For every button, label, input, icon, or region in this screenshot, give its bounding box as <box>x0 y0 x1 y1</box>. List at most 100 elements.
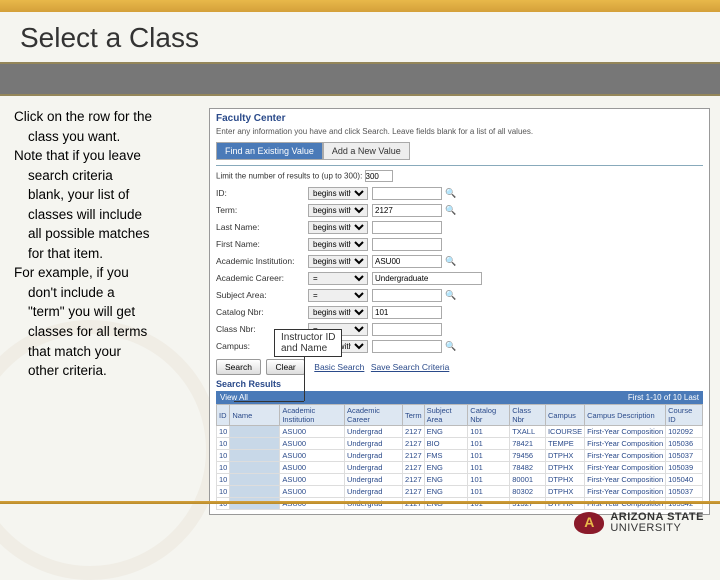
cell: 78421 <box>510 438 546 450</box>
cell: 80001 <box>510 474 546 486</box>
lookup-icon[interactable]: 🔍 <box>445 256 455 266</box>
cell: 10 <box>217 438 230 450</box>
app-screenshot: Faculty Center Enter any information you… <box>209 108 710 515</box>
tab-underline <box>216 165 703 166</box>
table-row[interactable]: 10ASU00Undergrad2127FMS10179456DTPHXFirs… <box>217 450 703 462</box>
lookup-icon[interactable]: 🔍 <box>445 290 455 300</box>
p3a: For example, if you <box>14 264 203 282</box>
p2c: blank, your list of <box>14 186 203 204</box>
col-header[interactable]: ID <box>217 405 230 426</box>
clear-button[interactable]: Clear <box>266 359 304 375</box>
cell: 2127 <box>402 474 424 486</box>
table-row[interactable]: 10ASU00Undergrad2127ENG101TXALLICOURSEFi… <box>217 426 703 438</box>
cell: 78482 <box>510 462 546 474</box>
table-row[interactable]: 10ASU00Undergrad2127BIO10178421TEMPEFirs… <box>217 438 703 450</box>
field-input[interactable] <box>372 187 442 200</box>
cell: Undergrad <box>344 486 402 498</box>
lookup-icon[interactable]: 🔍 <box>445 205 455 215</box>
form-row: Term:begins with🔍 <box>216 203 703 217</box>
cell: First-Year Composition <box>585 486 666 498</box>
cell: Undergrad <box>344 474 402 486</box>
field-label: ID: <box>216 188 308 198</box>
callout-line-v <box>304 357 305 401</box>
lookup-icon[interactable]: 🔍 <box>445 188 455 198</box>
photo-strip <box>0 62 720 96</box>
field-input[interactable] <box>372 272 482 285</box>
asu-wordmark: ARIZONA STATE UNIVERSITY <box>610 512 704 534</box>
field-input[interactable] <box>372 306 442 319</box>
field-input[interactable] <box>372 323 442 336</box>
field-label: Last Name: <box>216 222 308 232</box>
cell: 105037 <box>666 486 703 498</box>
field-input[interactable] <box>372 204 442 217</box>
field-input[interactable] <box>372 289 442 302</box>
callout-l1: Instructor ID <box>281 332 335 343</box>
lookup-icon[interactable]: 🔍 <box>445 341 455 351</box>
cell: DTPHX <box>545 450 584 462</box>
operator-select[interactable]: begins with <box>308 238 368 251</box>
col-header[interactable]: Campus <box>545 405 584 426</box>
cell: Undergrad <box>344 426 402 438</box>
limit-input[interactable] <box>365 170 393 182</box>
save-criteria-link[interactable]: Save Search Criteria <box>371 362 449 372</box>
cell: 10 <box>217 426 230 438</box>
tab-add[interactable]: Add a New Value <box>323 142 410 160</box>
form-row: ID:begins with 🔍 <box>216 186 703 200</box>
col-header[interactable]: Name <box>230 405 280 426</box>
form-row: Academic Institution:begins with🔍 <box>216 254 703 268</box>
tab-find[interactable]: Find an Existing Value <box>216 142 323 160</box>
operator-select[interactable]: = <box>308 272 368 285</box>
cell: 105039 <box>666 462 703 474</box>
cell: 2127 <box>402 438 424 450</box>
col-header[interactable]: Term <box>402 405 424 426</box>
callout-box: Instructor ID and Name <box>274 329 342 357</box>
app-subtext: Enter any information you have and click… <box>216 127 703 136</box>
basic-search-link[interactable]: Basic Search <box>314 362 364 372</box>
operator-select[interactable]: begins with <box>308 187 368 200</box>
form-row: Last Name:begins with <box>216 220 703 234</box>
table-row[interactable]: 10ASU00Undergrad2127ENG10180001DTPHXFirs… <box>217 474 703 486</box>
callout-line-h <box>234 401 304 402</box>
content-row: Click on the row for the class you want.… <box>0 96 720 515</box>
table-row[interactable]: 10ASU00Undergrad2127ENG10178482DTPHXFirs… <box>217 462 703 474</box>
field-input[interactable] <box>372 221 442 234</box>
cell: BIO <box>424 438 468 450</box>
cell: 2127 <box>402 486 424 498</box>
form-row: Academic Career:= <box>216 271 703 285</box>
cell: TEMPE <box>545 438 584 450</box>
field-input[interactable] <box>372 238 442 251</box>
p3e: that match your <box>14 343 203 361</box>
cell <box>230 426 280 438</box>
search-button[interactable]: Search <box>216 359 261 375</box>
cell: 2127 <box>402 426 424 438</box>
field-input[interactable] <box>372 340 442 353</box>
operator-select[interactable]: begins with <box>308 306 368 319</box>
table-row[interactable]: 10ASU00Undergrad2127ENG10180302DTPHXFirs… <box>217 486 703 498</box>
callout-l2: and Name <box>281 343 335 354</box>
col-header[interactable]: Subject Area <box>424 405 468 426</box>
col-header[interactable]: Academic Institution <box>280 405 345 426</box>
operator-select[interactable]: begins with <box>308 255 368 268</box>
slide-title: Select a Class <box>0 12 720 62</box>
col-header[interactable]: Class Nbr <box>510 405 546 426</box>
p2a: Note that if you leave <box>14 147 203 165</box>
cell: 2127 <box>402 462 424 474</box>
operator-select[interactable]: begins with <box>308 204 368 217</box>
cell: ASU00 <box>280 450 345 462</box>
operator-select[interactable]: = <box>308 289 368 302</box>
field-input[interactable] <box>372 255 442 268</box>
p2b: search criteria <box>14 167 203 185</box>
cell: First-Year Composition <box>585 438 666 450</box>
cell: 101 <box>468 486 510 498</box>
form-row: Subject Area:=🔍 <box>216 288 703 302</box>
cell: 105040 <box>666 474 703 486</box>
results-bar: View All First 1-10 of 10 Last <box>216 391 703 404</box>
col-header[interactable]: Academic Career <box>344 405 402 426</box>
tabstrip: Find an Existing Value Add a New Value <box>216 142 703 160</box>
col-header[interactable]: Campus Description <box>585 405 666 426</box>
operator-select[interactable]: begins with <box>308 221 368 234</box>
cell: Undergrad <box>344 450 402 462</box>
col-header[interactable]: Catalog Nbr <box>468 405 510 426</box>
p2f: for that item. <box>14 245 203 263</box>
col-header[interactable]: Course ID <box>666 405 703 426</box>
